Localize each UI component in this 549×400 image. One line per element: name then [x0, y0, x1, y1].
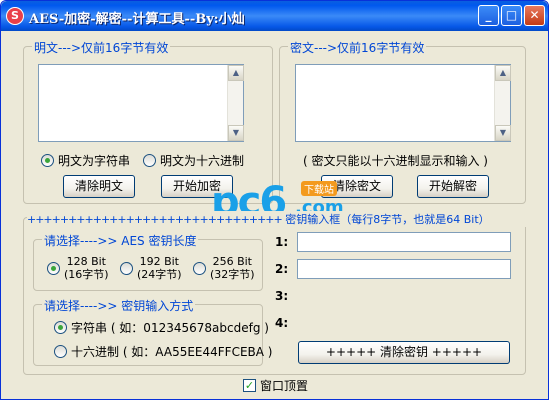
clear-key-button[interactable]: +++++ 清除密钥 +++++ [298, 341, 510, 364]
key-row-2-input[interactable] [297, 259, 511, 279]
key-row-1-label: 1: [275, 235, 289, 249]
key-header-plus: +++++++++++++++++++++++++++++++ [27, 213, 283, 226]
app-window: S AES-加密-解密--计算工具--By:小灿 _ □ ✕ 明文--->仅前1… [0, 0, 549, 400]
ciphertext-input[interactable]: ▲ ▼ [295, 64, 511, 142]
ciphertext-legend: 密文--->仅前16字节有效 [288, 39, 427, 56]
key-row-4-label: 4: [275, 316, 289, 330]
key-row-1-input[interactable] [297, 232, 511, 252]
clear-plaintext-button[interactable]: 清除明文 [63, 175, 135, 198]
radio-key-string[interactable]: 字符串 ( 如：012345678abcdefg ) [54, 319, 269, 336]
window-topmost-label: 窗口顶置 [260, 379, 309, 393]
bit-128-bytes: (16字节) [64, 268, 109, 281]
key-header-text: 密钥输入框（每行8字节，也就是64 Bit） [285, 213, 490, 226]
title-bar[interactable]: S AES-加密-解密--计算工具--By:小灿 _ □ ✕ [1, 1, 548, 31]
radio-plain-string-label: 明文为字符串 [58, 154, 131, 168]
radio-plain-string[interactable]: 明文为字符串 [41, 152, 130, 169]
bit-256-bytes: (32字节) [210, 268, 255, 281]
scroll-down-icon[interactable]: ▼ [228, 125, 244, 141]
minimize-button[interactable]: _ [478, 5, 499, 26]
bit-192-bytes: (24字节) [137, 268, 182, 281]
key-length-legend: 请选择---->> AES 密钥长度 [42, 232, 199, 249]
radio-key-string-label: 字符串 ( 如：012345678abcdefg ) [71, 321, 269, 335]
plaintext-input[interactable]: ▲ ▼ [38, 64, 244, 142]
scroll-down-icon[interactable]: ▼ [495, 125, 511, 141]
key-row-2-label: 2: [275, 262, 289, 276]
key-header: +++++++++++++++++++++++++++++++ 密钥输入框（每行… [27, 211, 527, 227]
scroll-up-icon[interactable]: ▲ [228, 65, 244, 81]
radio-key-hex[interactable]: 十六进制 ( 如：AA55EE44FFCEBA ) [54, 343, 272, 360]
radio-selected-icon [54, 321, 67, 334]
radio-192-bit[interactable]: 192 Bit (24字节) [120, 255, 182, 281]
radio-unselected-icon [54, 345, 67, 358]
plaintext-scrollbar[interactable]: ▲ ▼ [227, 65, 244, 141]
ciphertext-scrollbar[interactable]: ▲ ▼ [494, 65, 511, 141]
ciphertext-note: ( 密文只能以十六进制显示和输入 ) [303, 154, 488, 168]
bit-256-label: 256 Bit [212, 255, 252, 268]
decrypt-button[interactable]: 开始解密 [417, 175, 489, 198]
radio-unselected-icon [143, 154, 156, 167]
close-button[interactable]: ✕ [524, 5, 545, 26]
key-row-3-label: 3: [275, 289, 289, 303]
radio-256-bit[interactable]: 256 Bit (32字节) [193, 255, 255, 281]
plaintext-legend: 明文--->仅前16字节有效 [32, 39, 171, 56]
window-title: AES-加密-解密--计算工具--By:小灿 [29, 12, 245, 27]
radio-unselected-icon [120, 261, 133, 275]
radio-plain-hex-label: 明文为十六进制 [160, 154, 245, 168]
window-topmost-checkbox[interactable]: ✓ 窗口顶置 [243, 377, 308, 394]
scroll-up-icon[interactable]: ▲ [495, 65, 511, 81]
radio-key-hex-label: 十六进制 ( 如：AA55EE44FFCEBA ) [71, 345, 273, 359]
bit-128-label: 128 Bit [66, 255, 106, 268]
app-icon: S [6, 7, 24, 25]
checkbox-checked-icon: ✓ [243, 379, 256, 392]
maximize-button[interactable]: □ [501, 5, 522, 26]
watermark-download: 下载站 [301, 181, 337, 196]
radio-128-bit[interactable]: 128 Bit (16字节) [47, 255, 109, 281]
key-mode-legend: 请选择---->> 密钥输入方式 [42, 297, 196, 314]
radio-selected-icon [41, 154, 54, 167]
bit-192-label: 192 Bit [139, 255, 179, 268]
radio-selected-icon [47, 261, 60, 275]
radio-plain-hex[interactable]: 明文为十六进制 [143, 152, 244, 169]
radio-unselected-icon [193, 261, 206, 275]
